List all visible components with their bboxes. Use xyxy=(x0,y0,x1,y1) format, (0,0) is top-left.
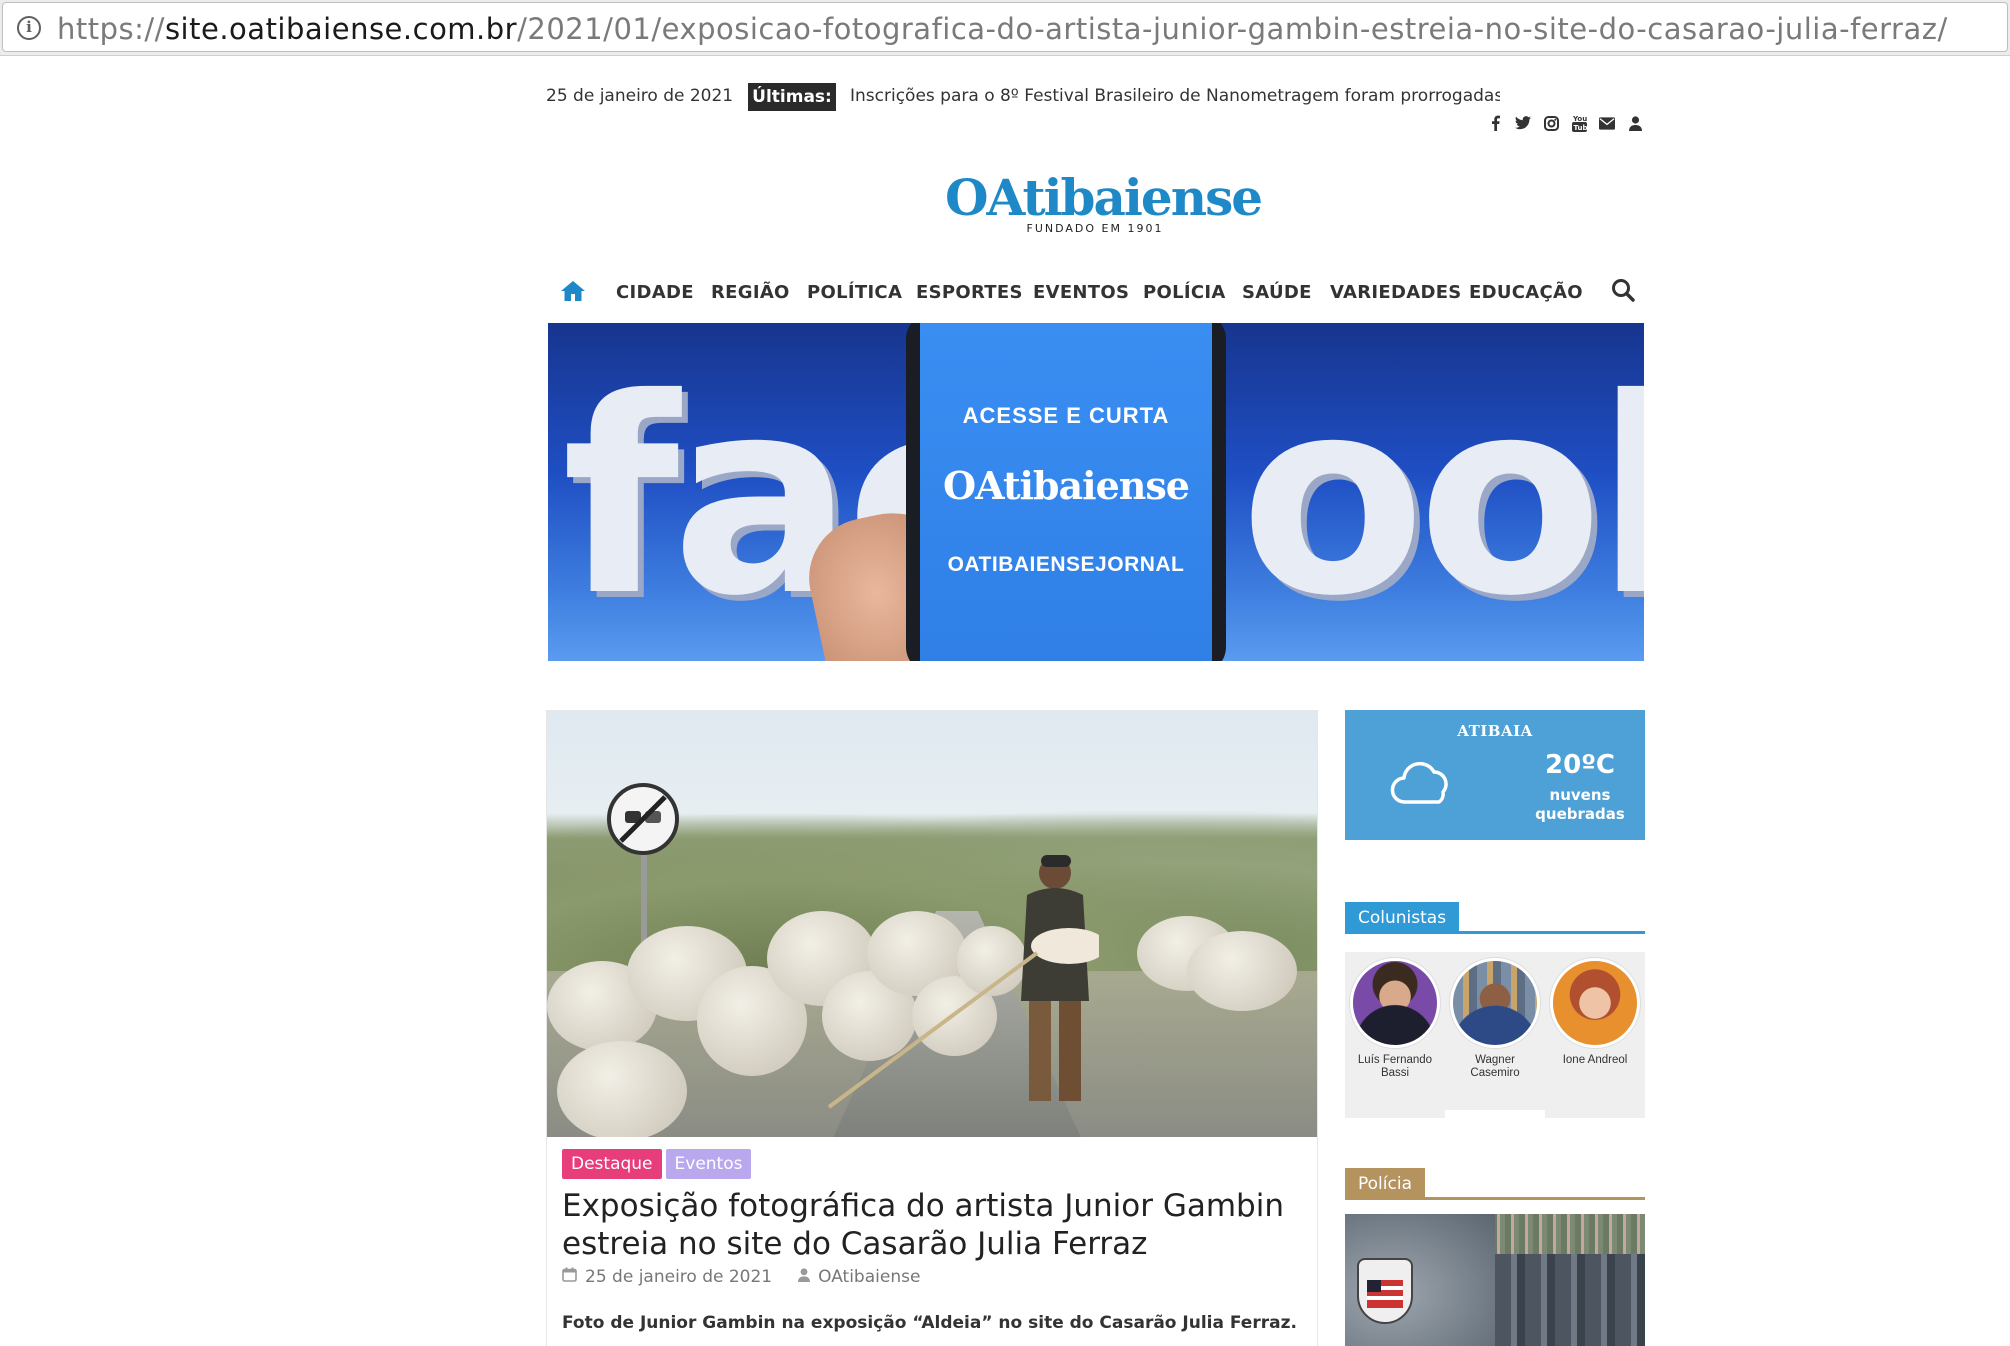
site-info-icon[interactable]: i xyxy=(17,16,41,40)
facebook-icon[interactable] xyxy=(1487,114,1503,132)
main-navigation: CIDADE REGIÃO POLÍTICA ESPORTES EVENTOS … xyxy=(548,272,1644,312)
columnist-item[interactable]: Ione Andreol xyxy=(1545,958,1645,1067)
twitter-icon[interactable] xyxy=(1515,114,1531,132)
weather-city: ATIBAIA xyxy=(1457,722,1533,740)
columnist-name: Luís Fernando Bassi xyxy=(1357,1054,1433,1079)
police-news-thumbnail[interactable] xyxy=(1345,1214,1645,1346)
article-photo[interactable] xyxy=(547,711,1317,1137)
svg-text:Tube: Tube xyxy=(1573,124,1587,132)
url-path: /2021/01/exposicao-fotografica-do-artist… xyxy=(517,12,1948,46)
nav-item-variedades[interactable]: VARIEDADES xyxy=(1330,282,1462,303)
article-excerpt: Foto de Junior Gambin na exposição “Alde… xyxy=(562,1313,1297,1333)
nav-item-esportes[interactable]: ESPORTES xyxy=(916,282,1023,303)
nav-item-eventos[interactable]: EVENTOS xyxy=(1033,282,1129,303)
columnist-active-indicator xyxy=(1445,1110,1545,1118)
columnist-avatar xyxy=(1550,958,1640,1048)
weather-condition-line-1: nuvens xyxy=(1549,786,1611,804)
url-host: site.oatibaiense.com.br xyxy=(164,12,518,46)
calendar-icon xyxy=(562,1267,577,1287)
social-links: YouTube xyxy=(1487,114,1643,132)
weather-condition-line-2: quebradas xyxy=(1535,805,1625,823)
latest-news-label: Últimas: xyxy=(748,83,836,111)
columnist-avatar xyxy=(1450,958,1540,1048)
site-logo[interactable]: OAtibaiense FUNDADO EM 1901 xyxy=(945,168,1263,236)
nav-item-cidade[interactable]: CIDADE xyxy=(616,282,694,303)
photo-road-sign xyxy=(607,783,679,855)
banner-call-to-action: ACESSE E CURTA xyxy=(962,403,1170,428)
weather-temperature: 20ºC xyxy=(1545,750,1615,780)
columnists-widget-title: Colunistas xyxy=(1345,902,1645,934)
columnist-item[interactable]: Wagner Casemiro xyxy=(1445,958,1545,1080)
columnist-item[interactable]: Luís Fernando Bassi xyxy=(1345,958,1445,1080)
photo-sheep xyxy=(557,1041,687,1137)
banner-logo: OAtibaiense xyxy=(943,463,1190,508)
nav-item-politica[interactable]: POLÍTICA xyxy=(807,282,902,303)
url-text[interactable]: https://site.oatibaiense.com.br/2021/01/… xyxy=(57,12,1948,46)
current-date: 25 de janeiro de 2021 xyxy=(546,86,734,106)
nav-item-educacao[interactable]: EDUCAÇÃO xyxy=(1469,282,1583,303)
nav-item-regiao[interactable]: REGIÃO xyxy=(711,282,790,303)
search-icon[interactable] xyxy=(1611,278,1635,306)
article-title[interactable]: Exposição fotográfica do artista Junior … xyxy=(562,1187,1302,1263)
category-tag-eventos[interactable]: Eventos xyxy=(665,1149,752,1179)
author-icon xyxy=(798,1267,811,1287)
columnist-avatar xyxy=(1350,958,1440,1048)
article-categories: Destaque Eventos xyxy=(562,1149,752,1179)
cloud-icon xyxy=(1389,760,1455,810)
columnists-title[interactable]: Colunistas xyxy=(1345,902,1460,934)
photo-crook-staff xyxy=(827,951,1039,1109)
latest-news-ticker[interactable]: Inscrições para o 8º Festival Brasileiro… xyxy=(850,86,1500,108)
home-icon[interactable] xyxy=(560,280,586,306)
banner-page-handle: OATIBAIENSEJORNAL xyxy=(947,553,1185,576)
police-badge-patch xyxy=(1357,1258,1413,1324)
columnist-name: Wagner Casemiro xyxy=(1470,1054,1520,1079)
nav-item-saude[interactable]: SAÚDE xyxy=(1242,282,1312,303)
envelope-icon[interactable] xyxy=(1599,114,1615,132)
featured-article-card: Destaque Eventos Exposição fotográfica d… xyxy=(546,710,1318,1346)
url-prefix: https:// xyxy=(57,12,165,46)
police-widget-title: Polícia xyxy=(1345,1168,1645,1200)
instagram-icon[interactable] xyxy=(1543,114,1559,132)
svg-text:You: You xyxy=(1572,115,1587,123)
article-author[interactable]: OAtibaiense xyxy=(818,1267,920,1287)
banner-background-word-right: ook xyxy=(1240,340,1644,655)
photo-sheep xyxy=(1187,931,1297,1011)
url-field[interactable]: i https://site.oatibaiense.com.br/2021/0… xyxy=(2,2,2008,52)
category-tag-destaque[interactable]: Destaque xyxy=(562,1149,662,1179)
article-date[interactable]: 25 de janeiro de 2021 xyxy=(585,1267,772,1287)
user-icon[interactable] xyxy=(1627,114,1643,132)
logo-wordmark: OAtibaiense xyxy=(945,168,1263,227)
columnist-name: Ione Andreol xyxy=(1562,1054,1628,1066)
article-meta: 25 de janeiro de 2021 OAtibaiense xyxy=(562,1267,920,1287)
browser-address-bar: i https://site.oatibaiense.com.br/2021/0… xyxy=(0,0,2010,56)
facebook-promo-banner[interactable]: fac ook ACESSE E CURTA OAtibaiense OATIB… xyxy=(548,323,1644,661)
police-title[interactable]: Polícia xyxy=(1345,1168,1425,1200)
nav-item-policia[interactable]: POLÍCIA xyxy=(1143,282,1226,303)
columnists-widget: Luís Fernando Bassi Wagner Casemiro Ione… xyxy=(1345,952,1645,1118)
photo-officers-row xyxy=(1495,1254,1645,1346)
weather-widget: ATIBAIA 20ºC nuvens quebradas xyxy=(1345,710,1645,840)
youtube-icon[interactable]: YouTube xyxy=(1571,114,1587,132)
weather-condition: nuvens quebradas xyxy=(1525,786,1635,824)
